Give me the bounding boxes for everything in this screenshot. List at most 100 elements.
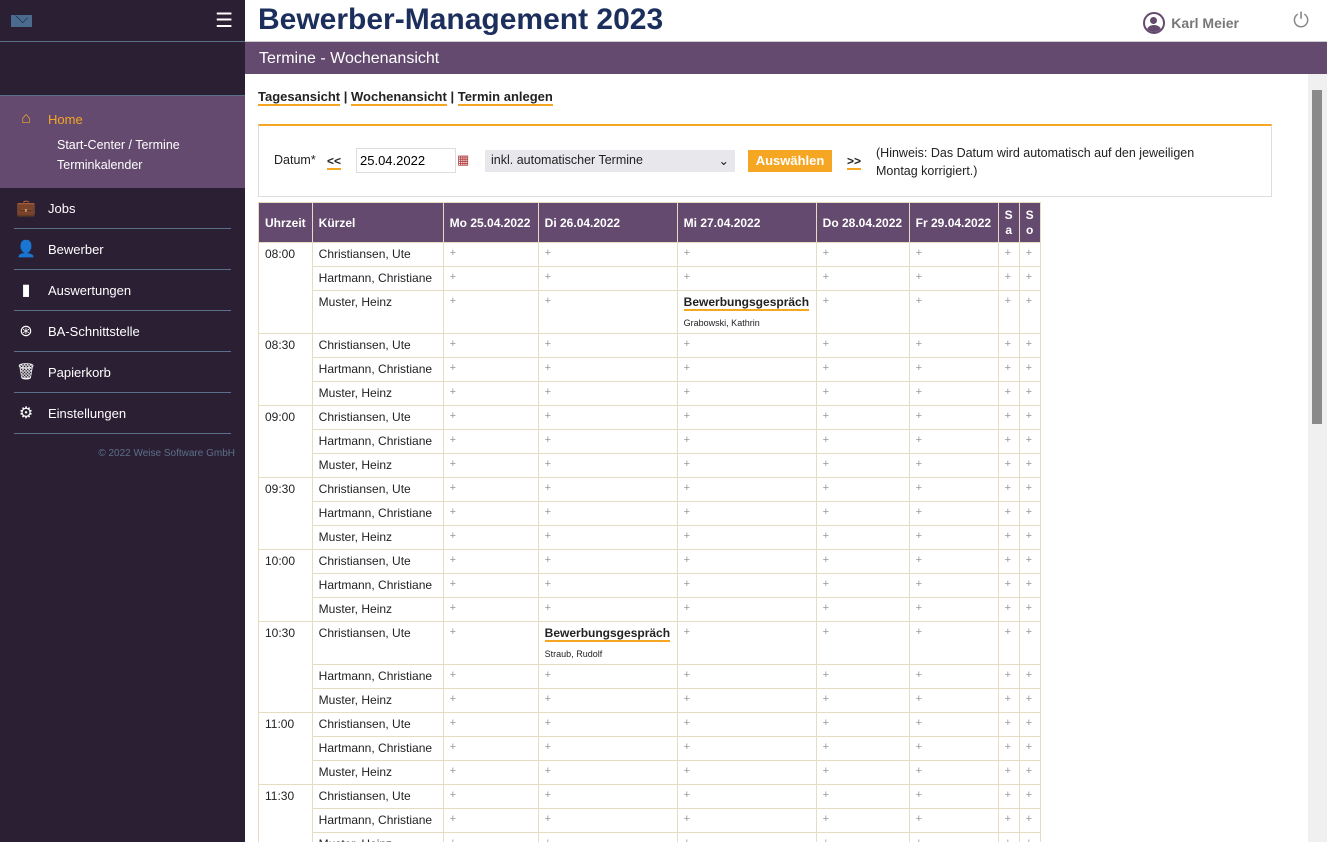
add-appointment-button[interactable]: +	[908, 784, 999, 809]
add-appointment-button[interactable]: +	[908, 736, 999, 761]
add-appointment-button[interactable]: +	[442, 736, 539, 761]
add-appointment-button[interactable]: +	[442, 573, 539, 598]
add-appointment-button[interactable]: +	[676, 621, 817, 665]
add-appointment-button[interactable]: +	[815, 357, 910, 382]
add-appointment-button[interactable]: +	[1018, 664, 1041, 689]
add-appointment-button[interactable]: +	[997, 621, 1020, 665]
add-appointment-button[interactable]: +	[442, 381, 539, 406]
add-appointment-button[interactable]: +	[1018, 549, 1041, 574]
add-appointment-button[interactable]: +	[676, 832, 817, 842]
add-appointment-button[interactable]: +	[1018, 597, 1041, 622]
add-appointment-button[interactable]: +	[676, 525, 817, 550]
add-appointment-button[interactable]: +	[908, 688, 999, 713]
add-appointment-button[interactable]: +	[815, 266, 910, 291]
add-appointment-button[interactable]: +	[997, 453, 1020, 478]
add-appointment-button[interactable]: +	[676, 381, 817, 406]
add-appointment-button[interactable]: +	[537, 760, 678, 785]
add-appointment-button[interactable]: +	[537, 405, 678, 430]
add-appointment-button[interactable]: +	[908, 477, 999, 502]
add-appointment-button[interactable]: +	[537, 573, 678, 598]
add-appointment-button[interactable]: +	[1018, 477, 1041, 502]
mail-icon[interactable]	[11, 15, 32, 27]
add-appointment-button[interactable]: +	[997, 477, 1020, 502]
add-appointment-button[interactable]: +	[997, 597, 1020, 622]
add-appointment-button[interactable]: +	[997, 760, 1020, 785]
add-appointment-button[interactable]: +	[815, 477, 910, 502]
add-appointment-button[interactable]: +	[676, 597, 817, 622]
add-appointment-button[interactable]: +	[997, 266, 1020, 291]
add-appointment-button[interactable]: +	[676, 453, 817, 478]
add-appointment-button[interactable]: +	[537, 429, 678, 454]
add-appointment-button[interactable]: +	[676, 357, 817, 382]
add-appointment-button[interactable]: +	[537, 333, 678, 358]
collapse-menu-icon[interactable]: ☰	[215, 11, 233, 31]
add-appointment-button[interactable]: +	[997, 429, 1020, 454]
add-appointment-button[interactable]: +	[1018, 405, 1041, 430]
add-appointment-button[interactable]: +	[815, 573, 910, 598]
add-appointment-button[interactable]: +	[442, 333, 539, 358]
add-appointment-button[interactable]: +	[1018, 621, 1041, 665]
add-appointment-button[interactable]: +	[676, 501, 817, 526]
select-button[interactable]: Auswählen	[748, 150, 832, 172]
add-appointment-button[interactable]: +	[537, 597, 678, 622]
add-appointment-button[interactable]: +	[442, 242, 539, 267]
add-appointment-button[interactable]: +	[1018, 266, 1041, 291]
add-appointment-button[interactable]: +	[997, 357, 1020, 382]
add-appointment-button[interactable]: +	[815, 501, 910, 526]
add-appointment-button[interactable]: +	[997, 290, 1020, 334]
add-appointment-button[interactable]: +	[908, 808, 999, 833]
sidebar-sub-terminkalender[interactable]: Terminkalender	[0, 155, 245, 175]
sidebar-item-einstellungen[interactable]: ⚙ Einstellungen	[14, 393, 231, 434]
add-appointment-button[interactable]: +	[442, 453, 539, 478]
add-appointment-button[interactable]: +	[908, 760, 999, 785]
add-appointment-button[interactable]: +	[537, 501, 678, 526]
add-appointment-button[interactable]: +	[997, 784, 1020, 809]
add-appointment-button[interactable]: +	[442, 266, 539, 291]
add-appointment-button[interactable]: +	[908, 501, 999, 526]
add-appointment-button[interactable]: +	[537, 453, 678, 478]
add-appointment-button[interactable]: +	[908, 429, 999, 454]
add-appointment-button[interactable]: +	[1018, 501, 1041, 526]
date-input[interactable]	[356, 148, 456, 173]
add-appointment-button[interactable]: +	[442, 501, 539, 526]
add-appointment-button[interactable]: +	[815, 333, 910, 358]
add-appointment-button[interactable]: +	[815, 832, 910, 842]
add-appointment-button[interactable]: +	[442, 832, 539, 842]
calendar-icon[interactable]: ▦	[457, 152, 469, 168]
add-appointment-button[interactable]: +	[537, 266, 678, 291]
add-appointment-button[interactable]: +	[997, 664, 1020, 689]
add-appointment-button[interactable]: +	[815, 784, 910, 809]
add-appointment-button[interactable]: +	[442, 688, 539, 713]
add-appointment-button[interactable]: +	[997, 549, 1020, 574]
add-appointment-button[interactable]: +	[997, 832, 1020, 842]
add-appointment-button[interactable]: +	[997, 242, 1020, 267]
add-appointment-button[interactable]: +	[815, 736, 910, 761]
add-appointment-button[interactable]: +	[997, 573, 1020, 598]
add-appointment-button[interactable]: +	[908, 525, 999, 550]
add-appointment-button[interactable]: +	[997, 381, 1020, 406]
add-appointment-button[interactable]: +	[815, 664, 910, 689]
add-appointment-button[interactable]: +	[908, 664, 999, 689]
add-appointment-button[interactable]: +	[676, 477, 817, 502]
add-appointment-button[interactable]: +	[815, 453, 910, 478]
add-appointment-button[interactable]: +	[1018, 808, 1041, 833]
add-appointment-button[interactable]: +	[537, 242, 678, 267]
add-appointment-button[interactable]: +	[908, 453, 999, 478]
add-appointment-button[interactable]: +	[815, 525, 910, 550]
add-appointment-button[interactable]: +	[676, 712, 817, 737]
add-appointment-button[interactable]: +	[1018, 688, 1041, 713]
add-appointment-button[interactable]: +	[815, 621, 910, 665]
add-appointment-button[interactable]: +	[676, 549, 817, 574]
add-appointment-button[interactable]: +	[815, 808, 910, 833]
add-appointment-button[interactable]: +	[908, 405, 999, 430]
add-appointment-button[interactable]: +	[1018, 525, 1041, 550]
add-appointment-button[interactable]: +	[1018, 736, 1041, 761]
add-appointment-button[interactable]: +	[997, 808, 1020, 833]
add-appointment-button[interactable]: +	[537, 381, 678, 406]
add-appointment-button[interactable]: +	[442, 621, 539, 665]
appointment-link[interactable]: Bewerbungsgespräch	[544, 626, 671, 642]
add-appointment-button[interactable]: +	[997, 688, 1020, 713]
scrollbar-thumb[interactable]	[1312, 90, 1322, 424]
add-appointment-button[interactable]: +	[1018, 832, 1041, 842]
add-appointment-button[interactable]: +	[537, 688, 678, 713]
